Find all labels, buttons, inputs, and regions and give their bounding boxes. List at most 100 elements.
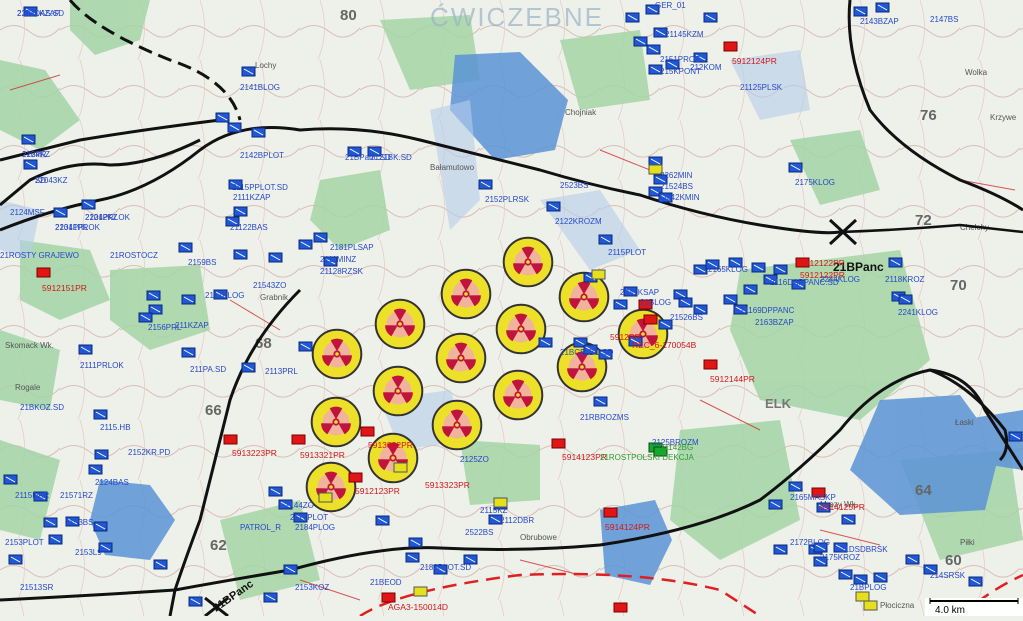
grid-number: 60: [945, 552, 962, 569]
friendly-unit-label: 2152PLRSK: [485, 195, 530, 204]
place-name: Skomack Wk.: [5, 341, 54, 350]
friendly-unit-label: 2172BLOG: [790, 538, 830, 547]
friendly-unit-label: 2111KZAP: [233, 193, 271, 202]
friendly-unit-label: 21ROSTY GRAJEWO: [0, 251, 79, 260]
friendly-unit-label: 2241KSAP: [620, 288, 659, 297]
friendly-unit-label: 21BKOZ.SD: [20, 403, 64, 412]
hostile-unit-label: 5912122PR: [800, 270, 845, 280]
friendly-unit-label: 21BPLOG: [850, 583, 886, 592]
friendly-unit-label: 2153PLOT: [5, 538, 44, 547]
hostile-unit-label: 5912151PR: [42, 283, 87, 293]
friendly-unit-label: 21524BS: [660, 182, 693, 191]
hostile-unit-icon[interactable]: [723, 41, 738, 52]
friendly-unit-label: 2117BLOG: [205, 291, 244, 300]
hostile-unit-label: 5913321PR: [300, 450, 345, 460]
friendly-unit-label: 2175KLOG: [795, 178, 835, 187]
friendly-unit-label: 2115PLOT: [608, 248, 646, 257]
unknown-unit-label: 21ROSTPOLSKI DEKCJA: [600, 453, 694, 462]
friendly-unit-label: 2131PRLOK: [55, 223, 101, 232]
neutral-unit-icon[interactable]: [863, 600, 878, 611]
hostile-unit-label: 5914124PR: [605, 522, 650, 532]
friendly-unit-label: 2262MIN: [660, 171, 693, 180]
neutral-unit-icon[interactable]: [413, 586, 428, 597]
radiation-hazard-icon: [311, 328, 363, 380]
friendly-unit-label: 2111PRLOK: [80, 361, 124, 370]
friendly-unit-label: 212KOM: [690, 63, 722, 72]
friendly-unit-label: 2115.HB: [100, 423, 131, 432]
friendly-unit-label: 2115DAR: [15, 491, 49, 500]
place-name: Chojniak: [565, 108, 597, 117]
friendly-unit-label: 2144ZO: [285, 501, 314, 510]
hostile-unit-label: REC_6-170054B: [632, 340, 697, 350]
friendly-unit-label: 211PA.SD: [190, 365, 226, 374]
friendly-unit-label: 2124MSF: [10, 208, 45, 217]
hostile-unit-icon[interactable]: [551, 438, 566, 449]
hostile-unit-label: 5912122PR: [800, 258, 845, 268]
friendly-unit-label: PATROL_R: [240, 523, 281, 532]
hostile-unit-label: 5912144PR: [710, 374, 755, 384]
radiation-hazard-icon: [440, 268, 492, 320]
hostile-unit-icon[interactable]: [613, 602, 628, 613]
friendly-unit-label: 2163BZAP: [755, 318, 794, 327]
neutral-unit-icon[interactable]: [855, 591, 870, 602]
place-name: Krzywe: [990, 113, 1017, 122]
hostile-unit-icon[interactable]: [348, 472, 363, 483]
friendly-unit-label: 21169DPPANC: [740, 306, 795, 315]
friendly-unit-label: 2121PRLOK: [85, 213, 131, 222]
place-name: Bałamutowo: [430, 163, 475, 172]
place-name: ELK: [765, 396, 792, 411]
hostile-unit-icon[interactable]: [360, 426, 375, 437]
friendly-unit-label: 21543ZO: [253, 281, 286, 290]
hostile-unit-label: AGA3-150014D: [388, 602, 448, 612]
grid-number: 80: [340, 7, 357, 24]
friendly-unit-label: 2112DBR: [500, 516, 534, 525]
friendly-unit-label: 2125ZO: [460, 455, 489, 464]
friendly-unit-label: 2183PLOT.SD: [420, 563, 471, 572]
friendly-unit-label: 2165KLOG: [708, 265, 748, 274]
friendly-unit-label: 211KZAP: [175, 321, 209, 330]
hostile-unit-label: 5912123PR: [355, 486, 400, 496]
friendly-unit-label: Q242KMIN: [660, 193, 700, 202]
hostile-unit-icon[interactable]: [291, 434, 306, 445]
place-name: Płocicznа: [880, 601, 915, 610]
friendly-unit-label: SD: [35, 176, 46, 185]
hostile-unit-icon[interactable]: [643, 314, 658, 325]
map-canvas[interactable]: 80 76 72 70 68 66 64 62 60 ĆWICZEBNE Loc…: [0, 0, 1023, 618]
grid-number: 62: [210, 537, 227, 554]
neutral-unit-icon[interactable]: [393, 462, 408, 473]
friendly-unit-label: 2523BS: [560, 181, 588, 190]
friendly-unit-label: 2113PRL: [265, 367, 298, 376]
hostile-unit-icon[interactable]: [381, 592, 396, 603]
neutral-unit-icon[interactable]: [318, 492, 333, 503]
place-name: Piłki: [960, 538, 975, 547]
friendly-unit-label: 21526BS: [670, 313, 703, 322]
hostile-unit-label: 5914125PR: [820, 502, 865, 512]
friendly-unit-label: 21BEOD: [370, 578, 402, 587]
friendly-unit-label: 21ROSTOCZ: [110, 251, 158, 260]
hostile-unit-icon[interactable]: [703, 359, 718, 370]
hostile-unit-icon[interactable]: [223, 434, 238, 445]
radiation-hazard-icon: [310, 396, 362, 448]
hostile-unit-label: 5913223PR: [232, 448, 277, 458]
friendly-unit-label: 2522BS: [465, 528, 493, 537]
friendly-unit-label: 2159BS: [188, 258, 216, 267]
friendly-unit-label: 214SRSK: [930, 571, 966, 580]
radiation-hazard-icon: [305, 461, 357, 513]
friendly-unit-label: 2118KROZ: [885, 275, 925, 284]
friendly-unit-label: 2115PPLOT.SD: [232, 183, 288, 192]
friendly-unit-label: 2115KZ: [480, 506, 508, 515]
friendly-unit-label: GER_01: [655, 1, 686, 10]
friendly-unit-label: 21DSDBRSK: [840, 545, 888, 554]
tactical-map[interactable]: 80 76 72 70 68 66 64 62 60 ĆWICZEBNE Loc…: [0, 0, 1023, 618]
hostile-unit-icon[interactable]: [603, 507, 618, 518]
friendly-unit-label: 2141BLOG: [240, 83, 280, 92]
radiation-hazard-icon: [492, 369, 544, 421]
scale-label: 4.0 km: [935, 605, 965, 616]
friendly-unit-label: 2112DAS.SD: [17, 9, 64, 18]
place-name: Łaski: [955, 418, 974, 427]
friendly-unit-label: 2122KROZM: [555, 217, 602, 226]
grid-number: 64: [915, 482, 932, 499]
hostile-unit-icon[interactable]: [36, 267, 51, 278]
neutral-unit-icon[interactable]: [591, 269, 606, 280]
friendly-unit-label: 2124BAS: [95, 478, 129, 487]
